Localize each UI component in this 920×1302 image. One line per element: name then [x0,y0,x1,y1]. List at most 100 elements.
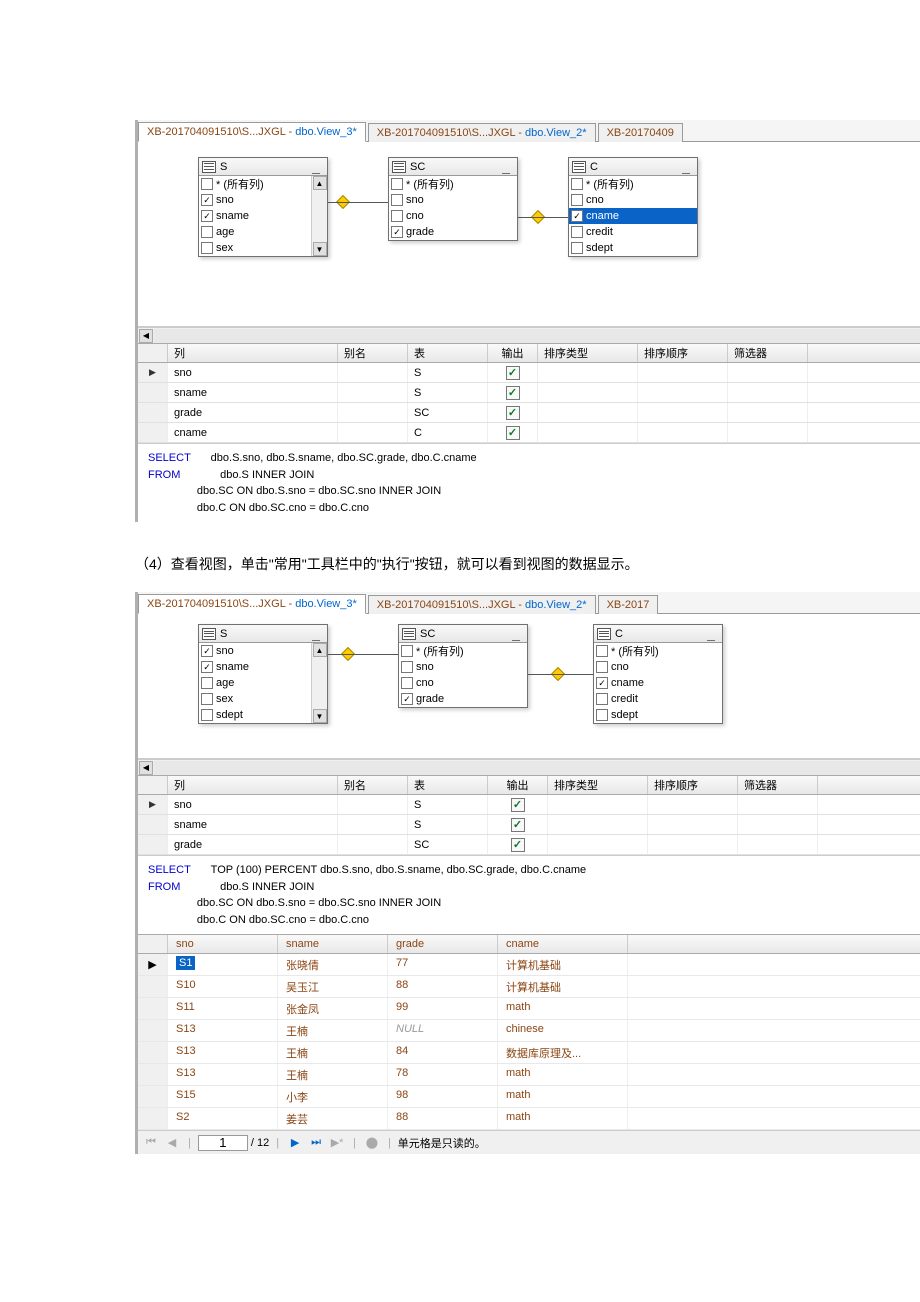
table-column-item[interactable]: * (所有列) [389,176,517,192]
checkbox-icon[interactable] [201,178,213,190]
criteria-row[interactable]: gradeSC✓ [138,403,920,423]
table-column-item[interactable]: credit [569,224,697,240]
table-column-item[interactable]: ✓sno [199,192,327,208]
table-column-item[interactable]: sno [399,659,527,675]
checkbox-icon[interactable] [596,645,608,657]
table-column-item[interactable]: sdept [594,707,722,723]
scroll-left-icon[interactable]: ◀ [139,329,153,343]
checkbox-icon[interactable]: ✓ [201,661,213,673]
criteria-row[interactable]: snoS✓ [138,795,920,815]
output-checkbox[interactable]: ✓ [506,426,520,440]
minimize-icon[interactable]: _ [703,629,719,639]
table-column-item[interactable]: ✓grade [399,691,527,707]
criteria-row[interactable]: snoS✓ [138,363,920,383]
table-column-item[interactable]: ✓sno [199,643,327,659]
checkbox-icon[interactable] [391,178,403,190]
minimize-icon[interactable]: _ [508,629,524,639]
col-header[interactable]: 筛选器 [728,344,808,362]
table-column-item[interactable]: age [199,224,327,240]
checkbox-icon[interactable] [571,226,583,238]
table-column-item[interactable]: ✓cname [594,675,722,691]
document-tab[interactable]: XB-201704091510\S...JXGL - dbo.View_3* [138,122,366,142]
result-row[interactable]: S13王楠NULLchinese [138,1020,920,1042]
checkbox-icon[interactable] [401,661,413,673]
checkbox-icon[interactable] [201,226,213,238]
record-position-input[interactable] [198,1135,248,1151]
criteria-row[interactable]: cnameC✓ [138,423,920,443]
nav-prev-icon[interactable]: ◀ [163,1134,181,1152]
checkbox-icon[interactable] [596,661,608,673]
checkbox-icon[interactable]: ✓ [201,194,213,206]
checkbox-icon[interactable] [571,242,583,254]
document-tab[interactable]: XB-201704091510\S...JXGL - dbo.View_2* [368,123,596,142]
table-column-item[interactable]: credit [594,691,722,707]
document-tab[interactable]: XB-201704091510\S...JXGL - dbo.View_3* [138,594,366,614]
table-column-item[interactable]: cno [594,659,722,675]
checkbox-icon[interactable] [571,178,583,190]
result-row[interactable]: S10吴玉江88计算机基础 [138,976,920,998]
checkbox-icon[interactable]: ✓ [201,210,213,222]
col-header[interactable]: 表 [408,344,488,362]
checkbox-icon[interactable] [596,693,608,705]
sql-pane[interactable]: SELECT TOP (100) PERCENT dbo.S.sno, dbo.… [138,855,920,934]
checkbox-icon[interactable] [401,645,413,657]
col-header[interactable]: 输出 [488,344,538,362]
output-checkbox[interactable]: ✓ [506,366,520,380]
table-column-item[interactable]: * (所有列) [569,176,697,192]
result-row[interactable]: S15小李98math [138,1086,920,1108]
table-column-item[interactable]: * (所有列) [199,176,327,192]
col-header[interactable]: 排序顺序 [638,344,728,362]
table-column-item[interactable]: age [199,675,327,691]
output-checkbox[interactable]: ✓ [511,818,525,832]
checkbox-icon[interactable] [201,677,213,689]
checkbox-icon[interactable]: ✓ [201,645,213,657]
checkbox-icon[interactable] [596,709,608,721]
minimize-icon[interactable]: _ [308,629,324,639]
col-header[interactable]: 别名 [338,344,408,362]
checkbox-icon[interactable] [201,693,213,705]
output-checkbox[interactable]: ✓ [506,386,520,400]
result-row[interactable]: S13王楠84数据库原理及... [138,1042,920,1064]
result-row[interactable]: S2姜芸88math [138,1108,920,1130]
checkbox-icon[interactable] [201,709,213,721]
table-column-item[interactable]: sex [199,691,327,707]
table-column-item[interactable]: * (所有列) [594,643,722,659]
checkbox-icon[interactable]: ✓ [571,210,583,222]
table-column-item[interactable]: sdept [199,707,327,723]
nav-last-icon[interactable]: ⏭ [307,1134,325,1152]
col-header[interactable]: 列 [168,344,338,362]
table-column-item[interactable]: cno [399,675,527,691]
minimize-icon[interactable]: _ [678,162,694,172]
nav-next-icon[interactable]: ▶ [286,1134,304,1152]
result-row[interactable]: S13王楠78math [138,1064,920,1086]
output-checkbox[interactable]: ✓ [511,838,525,852]
checkbox-icon[interactable]: ✓ [596,677,608,689]
output-checkbox[interactable]: ✓ [511,798,525,812]
nav-first-icon[interactable]: ⏮ [142,1134,160,1152]
table-column-item[interactable]: * (所有列) [399,643,527,659]
table-column-item[interactable]: ✓sname [199,659,327,675]
col-header[interactable]: 排序类型 [538,344,638,362]
sql-pane[interactable]: SELECT dbo.S.sno, dbo.S.sname, dbo.SC.gr… [138,443,920,522]
result-row[interactable]: S11张金凤99math [138,998,920,1020]
scroll-up-icon[interactable]: ▲ [313,176,327,190]
table-column-item[interactable]: ✓cname [569,208,697,224]
table-column-item[interactable]: sex [199,240,327,256]
criteria-row[interactable]: snameS✓ [138,815,920,835]
nav-new-icon[interactable]: ▶* [328,1134,346,1152]
document-tab[interactable]: XB-2017 [598,595,659,614]
scroll-down-icon[interactable]: ▼ [313,242,327,256]
table-column-item[interactable]: ✓grade [389,224,517,240]
checkbox-icon[interactable]: ✓ [401,693,413,705]
criteria-row[interactable]: gradeSC✓ [138,835,920,855]
table-column-item[interactable]: ✓sname [199,208,327,224]
checkbox-icon[interactable]: ✓ [391,226,403,238]
document-tab[interactable]: XB-201704091510\S...JXGL - dbo.View_2* [368,595,596,614]
criteria-row[interactable]: snameS✓ [138,383,920,403]
table-column-item[interactable]: sdept [569,240,697,256]
table-column-item[interactable]: sno [389,192,517,208]
output-checkbox[interactable]: ✓ [506,406,520,420]
checkbox-icon[interactable] [201,242,213,254]
minimize-icon[interactable]: _ [308,162,324,172]
minimize-icon[interactable]: _ [498,162,514,172]
